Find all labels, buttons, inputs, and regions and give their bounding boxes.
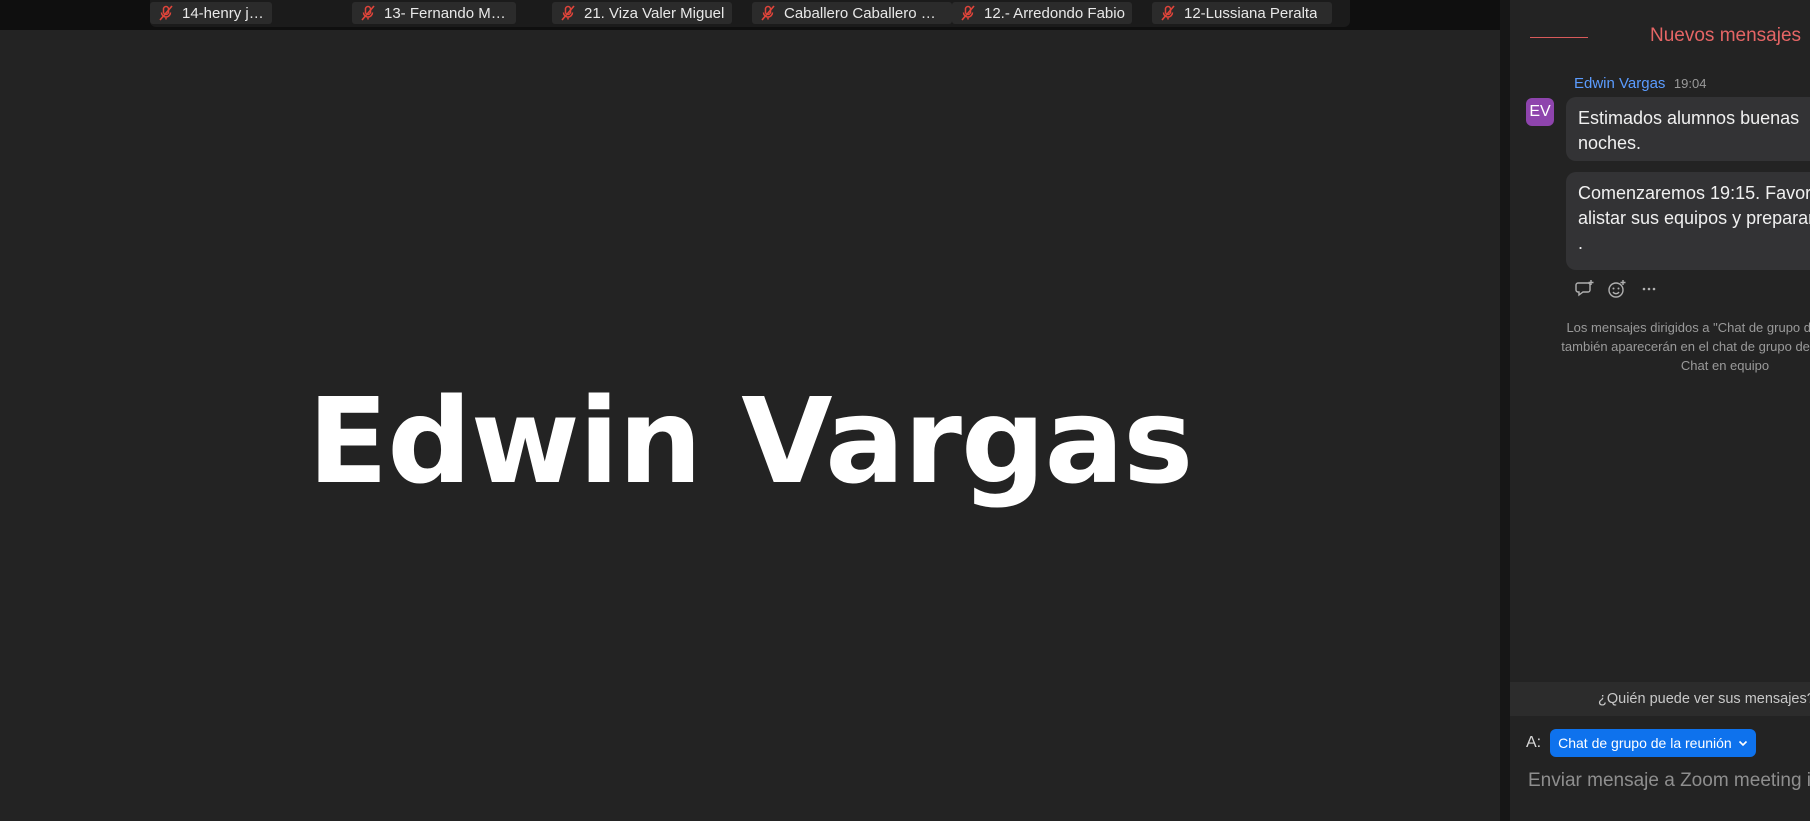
recipient-row: A: Chat de grupo de la reunión [1526,729,1756,757]
message-bubble[interactable]: Estimados alumnos buenas noches. [1566,97,1810,161]
chevron-down-icon [1738,740,1747,747]
participant-tile[interactable]: 21. Viza Valer Miguel [552,2,732,24]
participant-name: 12-Lussiana Peralta [1184,4,1318,22]
active-speaker-name: Edwin Vargas [307,372,1194,510]
message-header: Edwin Vargas 19:04 [1574,75,1706,93]
participant-gallery-strip: 14-henry javier 13- Fernando Mamani 21. … [150,0,1350,27]
chat-notice: Los mensajes dirigidos a "Chat de grupo … [1561,320,1810,373]
mic-muted-icon [361,5,375,21]
mic-muted-icon [961,5,975,21]
panel-divider[interactable] [1500,0,1510,821]
message-actions [1574,278,1660,300]
recipient-dropdown[interactable]: Chat de grupo de la reunión [1550,729,1756,757]
message-time: 19:04 [1673,76,1707,91]
participant-tile[interactable]: Caballero Caballero Ce... [752,2,952,24]
participant-name: 13- Fernando Mamani [384,4,510,22]
message-bubble[interactable]: Comenzaremos 19:15. Favor alistar sus eq… [1566,172,1810,270]
recipient-label: Chat de grupo de la reunión [1558,735,1732,751]
mic-muted-icon [1161,5,1175,21]
separator-line [1530,37,1588,38]
participant-tile[interactable]: 12-Lussiana Peralta [1152,2,1332,24]
mic-muted-icon [761,5,775,21]
participant-tile[interactable]: 14-henry javier [150,2,272,24]
avatar[interactable]: EV [1526,98,1554,126]
who-can-see-label: ¿Quién puede ver sus mensajes? [1598,691,1810,707]
reply-icon[interactable] [1574,278,1596,300]
video-stage: 14-henry javier 13- Fernando Mamani 21. … [0,0,1500,821]
new-messages-label: Nuevos mensajes [1650,25,1802,46]
who-can-see-messages-link[interactable]: ¿Quién puede ver sus mensajes? [1510,682,1810,716]
add-reaction-icon[interactable] [1606,278,1628,300]
mic-muted-icon [159,5,173,21]
participant-tile[interactable]: 12.- Arredondo Fabio [952,2,1132,24]
to-label: A: [1526,734,1542,751]
participant-name: 12.- Arredondo Fabio [984,4,1125,22]
participant-tile[interactable]: 13- Fernando Mamani [352,2,516,24]
participant-name: 14-henry javier [182,4,266,22]
participant-name: 21. Viza Valer Miguel [584,4,725,22]
participant-name: Caballero Caballero Ce... [784,4,946,22]
sender-name[interactable]: Edwin Vargas [1574,75,1665,92]
more-options-icon[interactable] [1638,278,1660,300]
new-messages-separator: Nuevos mensajes [1530,22,1810,52]
message-input[interactable] [1528,766,1810,796]
chat-panel: Nuevos mensajes Edwin Vargas 19:04 EV Es… [1510,0,1810,821]
mic-muted-icon [561,5,575,21]
